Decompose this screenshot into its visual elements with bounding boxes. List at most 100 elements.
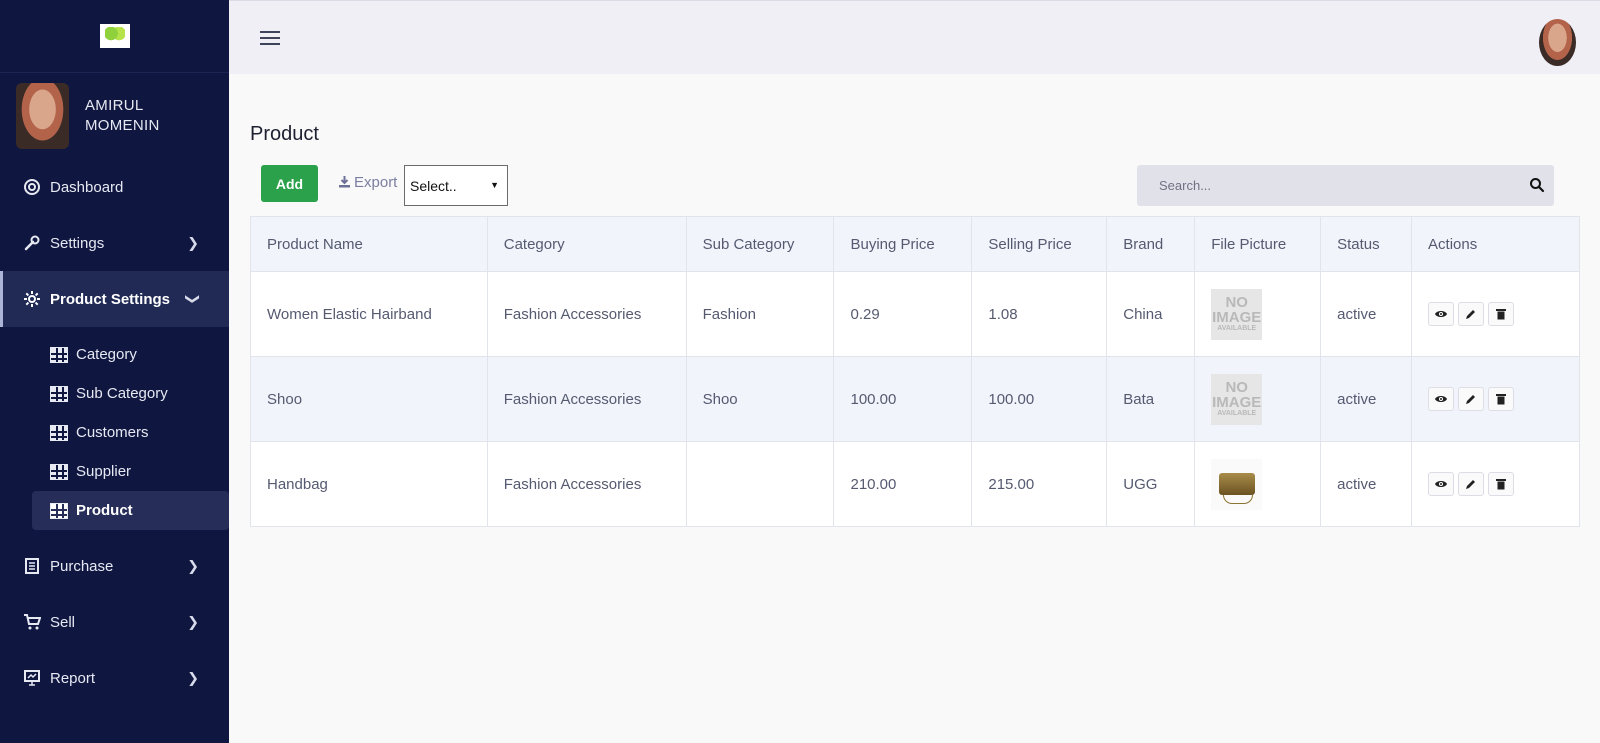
no-image-thumbnail[interactable]: NO IMAGE AVAILABLE [1211,373,1263,425]
search-input[interactable] [1137,165,1554,206]
select-value: Select.. [410,177,457,194]
sidebar-item-sub-category[interactable]: Sub Category [32,374,229,413]
trash-icon [1496,309,1507,320]
view-button[interactable] [1428,472,1455,496]
cart-icon [22,612,42,632]
sidebar-item-label: Report [50,669,96,687]
actions-cell [1411,271,1580,357]
page-title: Product [250,123,319,145]
table-icon [50,502,68,519]
delete-button[interactable] [1488,302,1515,326]
column-header[interactable]: File Picture [1194,216,1322,272]
trash-icon [1496,479,1507,490]
table-icon [50,385,68,402]
document-icon [22,556,42,576]
product-name-cell: Women Elastic Hairband [250,271,488,357]
selling-price-cell: 1.08 [971,271,1108,357]
trash-icon [1496,394,1507,405]
sidebar-item-purchase[interactable]: Purchase ❯ [0,538,229,594]
pencil-icon [1466,310,1476,319]
product-settings-submenu: Category Sub Category Customers Supplier… [0,327,229,538]
sidebar-item-label: Dashboard [50,178,124,196]
sidebar-item-supplier[interactable]: Supplier [32,452,229,491]
chevron-right-icon: ❯ [187,557,199,574]
sidebar-menu-lower: Purchase ❯ Sell ❯ Report ❯ [0,538,229,706]
sidebar-item-label: Settings [50,234,105,252]
selling-price-cell: 215.00 [971,441,1108,527]
brand-cell: China [1106,271,1196,357]
column-header[interactable]: Product Name [250,216,488,272]
product-name-cell: Handbag [250,441,488,527]
column-header[interactable]: Brand [1106,216,1196,272]
edit-button[interactable] [1458,387,1485,411]
edit-button[interactable] [1458,302,1485,326]
view-button[interactable] [1428,387,1455,411]
table-icon [50,463,68,480]
sidebar-item-product-settings[interactable]: Product Settings ❯ [0,271,229,327]
top-bar [229,0,1600,74]
export-format-select[interactable]: Select.. ▼ [404,165,508,206]
download-icon [338,175,351,191]
sidebar-item-label: Product Settings [50,290,171,308]
gear-icon [22,289,42,309]
sidebar-menu: Dashboard Settings ❯ Product Settings ❯ [0,159,229,327]
dashboard-icon [22,177,42,197]
eye-icon [1435,396,1448,402]
sidebar-item-sell[interactable]: Sell ❯ [0,594,229,650]
wrench-icon [22,233,42,253]
export-button[interactable]: Export [338,174,397,191]
sidebar-item-label: Product [76,502,133,519]
edit-button[interactable] [1458,472,1485,496]
column-header[interactable]: Category [486,216,687,272]
table-row: Shoo Fashion Accessories Shoo 100.00 100… [250,356,1580,442]
chevron-right-icon: ❯ [187,669,199,686]
add-button[interactable]: Add [261,165,318,202]
selling-price-cell: 100.00 [971,356,1108,442]
actions-cell [1411,356,1580,442]
handbag-image [1218,473,1255,504]
sub-category-cell: Shoo [685,356,835,442]
category-cell: Fashion Accessories [486,356,687,442]
column-header[interactable]: Buying Price [833,216,973,272]
user-name: AMIRUL MOMENIN [85,97,160,134]
column-header[interactable]: Status [1320,216,1413,272]
chevron-right-icon: ❯ [187,234,199,251]
search-icon[interactable] [1529,177,1545,193]
status-cell: active [1320,441,1413,527]
table-row: Women Elastic Hairband Fashion Accessori… [250,271,1580,357]
chevron-down-icon: ❯ [185,293,202,305]
delete-button[interactable] [1488,387,1515,411]
sidebar-item-dashboard[interactable]: Dashboard [0,159,229,215]
user-profile: AMIRUL MOMENIN [0,73,229,159]
sidebar-item-report[interactable]: Report ❯ [0,650,229,706]
delete-button[interactable] [1488,472,1515,496]
column-header[interactable]: Selling Price [971,216,1108,272]
buying-price-cell: 100.00 [833,356,973,442]
eye-icon [1435,481,1448,487]
view-button[interactable] [1428,302,1455,326]
file-picture-cell [1194,441,1322,527]
brand-cell: UGG [1106,441,1196,527]
status-cell: active [1320,356,1413,442]
column-header[interactable]: Sub Category [685,216,835,272]
sub-category-cell: Fashion [685,271,835,357]
avatar[interactable] [16,83,69,149]
chevron-right-icon: ❯ [187,613,199,630]
sidebar-item-settings[interactable]: Settings ❯ [0,215,229,271]
sidebar-item-product[interactable]: Product [32,491,229,530]
sidebar: AMIRUL MOMENIN Dashboard Settings ❯ Prod… [0,0,229,743]
handbag-thumbnail[interactable] [1211,458,1263,510]
no-image-thumbnail[interactable]: NO IMAGE AVAILABLE [1211,288,1263,340]
eye-icon [1435,311,1448,317]
sidebar-item-label: Purchase [50,557,114,575]
sidebar-item-label: Supplier [76,463,132,480]
brand-cell: Bata [1106,356,1196,442]
brand-logo[interactable] [99,24,130,48]
user-avatar[interactable] [1539,19,1576,66]
product-name-cell: Shoo [250,356,488,442]
sidebar-item-category[interactable]: Category [32,335,229,374]
sidebar-item-customers[interactable]: Customers [32,413,229,452]
sidebar-item-label: Sub Category [76,385,168,402]
hamburger-menu-icon[interactable] [260,31,280,46]
sidebar-item-label: Sell [50,613,76,631]
